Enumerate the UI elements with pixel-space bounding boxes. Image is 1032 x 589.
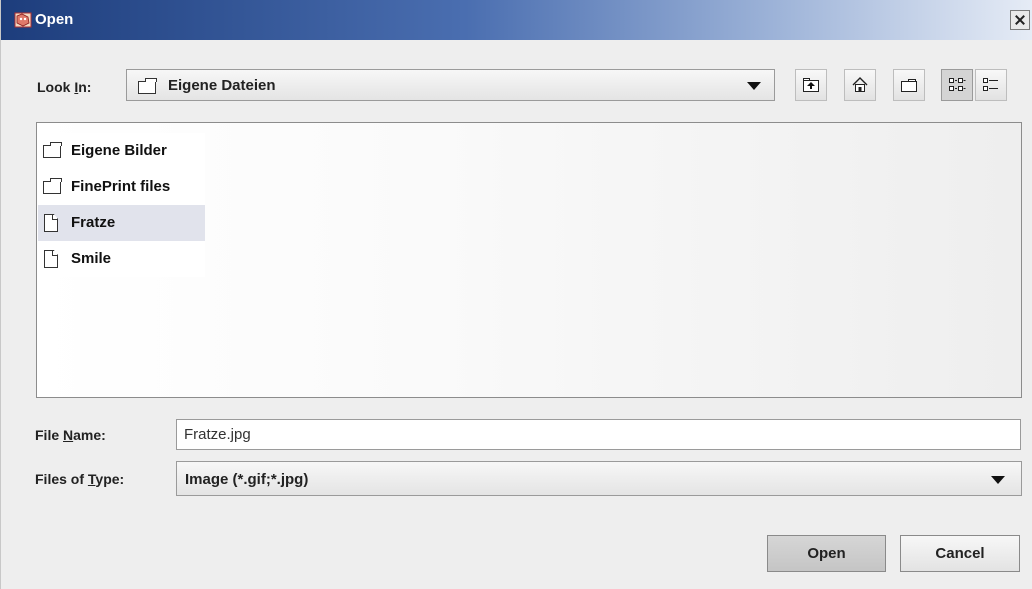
list-item[interactable]: FinePrint files bbox=[38, 169, 205, 205]
list-view-button[interactable] bbox=[941, 69, 973, 101]
app-icon bbox=[14, 12, 32, 28]
list-item-selected[interactable]: Fratze bbox=[38, 205, 205, 241]
open-dialog: Open Look In: Eigene Dateien Eigene Bild… bbox=[0, 0, 1032, 589]
new-folder-button[interactable] bbox=[893, 69, 925, 101]
file-name-label: Smile bbox=[71, 250, 112, 267]
look-in-label: Look In: bbox=[37, 79, 92, 95]
cancel-button[interactable]: Cancel bbox=[900, 535, 1020, 572]
file-list[interactable]: Eigene Bilder FinePrint files Fratze Smi… bbox=[36, 122, 1022, 398]
details-view-button[interactable] bbox=[975, 69, 1007, 101]
file-name-input[interactable] bbox=[177, 420, 1020, 449]
folder-icon bbox=[43, 178, 62, 194]
file-type-combo[interactable]: Image (*.gif;*.jpg) bbox=[176, 461, 1022, 496]
file-name-label: File Name: bbox=[35, 427, 106, 443]
details-view-icon bbox=[983, 78, 998, 91]
home-button[interactable] bbox=[844, 69, 876, 101]
file-type-label: Files of Type: bbox=[35, 471, 125, 487]
folder-icon bbox=[138, 78, 157, 94]
file-name-label: Fratze bbox=[71, 214, 116, 231]
file-type-value: Image (*.gif;*.jpg) bbox=[185, 471, 309, 488]
list-item[interactable]: Smile bbox=[38, 241, 205, 277]
window-title: Open bbox=[35, 11, 74, 28]
close-button[interactable] bbox=[1010, 10, 1030, 30]
open-button[interactable]: Open bbox=[767, 535, 886, 572]
chevron-down-icon bbox=[747, 82, 761, 90]
file-name-label: Eigene Bilder bbox=[71, 142, 167, 159]
look-in-combo[interactable]: Eigene Dateien bbox=[126, 69, 775, 101]
chevron-down-icon bbox=[991, 476, 1005, 484]
list-item[interactable]: Eigene Bilder bbox=[38, 133, 205, 169]
file-name-label: FinePrint files bbox=[71, 178, 171, 195]
home-icon bbox=[852, 77, 868, 92]
look-in-value: Eigene Dateien bbox=[168, 77, 276, 94]
new-folder-icon bbox=[901, 79, 917, 92]
file-name-field[interactable] bbox=[176, 419, 1021, 450]
up-one-level-icon bbox=[803, 78, 819, 92]
file-icon bbox=[44, 250, 58, 268]
folder-icon bbox=[43, 142, 62, 158]
file-icon bbox=[44, 214, 58, 232]
list-view-icon bbox=[949, 78, 966, 91]
up-folder-button[interactable] bbox=[795, 69, 827, 101]
title-bar[interactable]: Open bbox=[1, 0, 1032, 40]
